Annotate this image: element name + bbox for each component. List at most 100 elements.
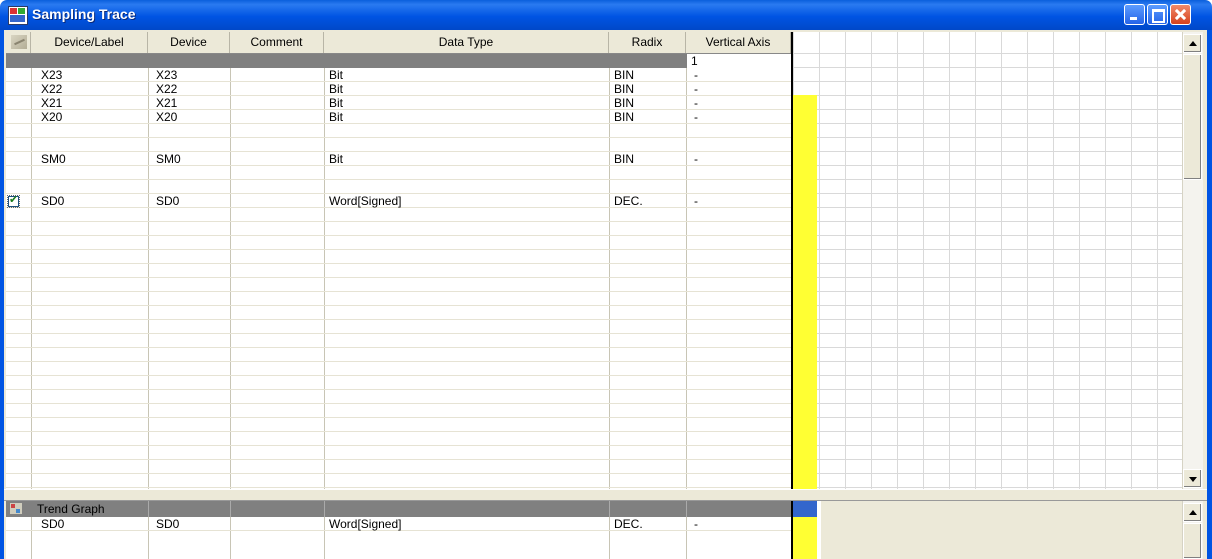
pane-splitter[interactable] <box>4 489 1207 501</box>
table-row[interactable]: SD0 SD0 Word[Signed] DEC. - <box>6 193 791 208</box>
col-device[interactable]: Device <box>148 32 230 53</box>
trend-scroll-thumb[interactable] <box>1183 523 1202 559</box>
grid-header: Device/Label Device Comment Data Type Ra… <box>6 32 791 53</box>
empty-row[interactable] <box>6 460 791 474</box>
empty-row[interactable] <box>6 124 791 138</box>
trend-marker <box>793 501 817 517</box>
cell-device: X20 <box>156 110 178 124</box>
minimize-icon <box>1130 17 1137 20</box>
col-comment[interactable]: Comment <box>230 32 324 53</box>
empty-row[interactable] <box>6 334 791 348</box>
table-row[interactable]: SM0 SM0 Bit BIN - <box>6 152 791 166</box>
empty-row[interactable] <box>6 348 791 362</box>
trend-signal-bar <box>793 517 817 559</box>
trend-scrollbar[interactable] <box>1182 501 1203 559</box>
maximize-button[interactable] <box>1147 4 1168 25</box>
selected-row[interactable]: 1 <box>6 54 791 68</box>
cell-device: SD0 <box>156 194 180 208</box>
title-bar: Sampling Trace <box>0 0 1212 30</box>
close-button[interactable] <box>1170 4 1191 25</box>
scroll-up-button[interactable] <box>1183 34 1202 53</box>
signal-bar <box>793 95 817 489</box>
col-radix[interactable]: Radix <box>609 32 686 53</box>
cell-data-type: Word[Signed] <box>329 194 402 208</box>
empty-row[interactable] <box>6 222 791 236</box>
trend-label: SD0 <box>41 517 65 531</box>
chart-header <box>791 32 1182 53</box>
cell-device-label: SD0 <box>41 194 65 208</box>
app-icon <box>8 6 28 25</box>
trend-graph-icon <box>10 503 22 514</box>
cell-radix: BIN <box>614 96 635 110</box>
empty-row[interactable] <box>6 418 791 432</box>
cell-radix: DEC. <box>614 194 643 208</box>
cell-device: X22 <box>156 82 178 96</box>
trend-vertical-axis: - <box>694 517 698 531</box>
cell-radix: BIN <box>614 68 635 82</box>
cell-device-label: X20 <box>41 110 63 124</box>
empty-row[interactable] <box>6 138 791 152</box>
empty-row[interactable] <box>6 236 791 250</box>
empty-row[interactable] <box>6 404 791 418</box>
minimize-button[interactable] <box>1124 4 1145 25</box>
col-device-label[interactable]: Device/Label <box>31 32 148 53</box>
cell-data-type: Bit <box>329 152 344 166</box>
trace-chart[interactable] <box>791 53 1182 489</box>
vertical-axis-input[interactable]: 1 <box>687 54 791 68</box>
empty-row[interactable] <box>6 166 791 180</box>
window-title: Sampling Trace <box>32 6 136 22</box>
cell-device-label: X22 <box>41 82 63 96</box>
trend-scroll-up-button[interactable] <box>1183 503 1202 522</box>
empty-row[interactable] <box>6 250 791 264</box>
cell-radix: BIN <box>614 152 635 166</box>
trend-radix: DEC. <box>614 517 643 531</box>
scroll-thumb[interactable] <box>1183 54 1202 180</box>
empty-row[interactable] <box>6 446 791 460</box>
empty-row[interactable] <box>6 292 791 306</box>
cell-data-type: Bit <box>329 96 344 110</box>
col-data-type[interactable]: Data Type <box>324 32 609 53</box>
trend-chart[interactable] <box>791 501 1182 559</box>
maximize-icon <box>1152 9 1165 23</box>
trend-data-type: Word[Signed] <box>329 517 402 531</box>
cell-vertical-axis: - <box>694 110 698 124</box>
graph-icon <box>11 35 27 49</box>
table-row[interactable]: X23 X23 Bit BIN - <box>6 68 791 82</box>
arrow-up-icon <box>1189 510 1197 515</box>
empty-row[interactable] <box>6 264 791 278</box>
trend-row[interactable]: SD0 SD0 Word[Signed] DEC. - <box>6 517 791 531</box>
arrow-down-icon <box>1189 477 1197 482</box>
empty-row[interactable] <box>6 432 791 446</box>
table-row[interactable]: X20 X20 Bit BIN - <box>6 110 791 124</box>
cell-radix: BIN <box>614 110 635 124</box>
cell-device: X21 <box>156 96 178 110</box>
empty-row[interactable] <box>6 278 791 292</box>
row-checkbox[interactable] <box>7 193 20 208</box>
cell-device-label: X23 <box>41 68 63 82</box>
cell-data-type: Bit <box>329 110 344 124</box>
table-row[interactable]: X22 X22 Bit BIN - <box>6 82 791 96</box>
empty-row[interactable] <box>6 390 791 404</box>
vertical-scrollbar[interactable] <box>1182 32 1203 489</box>
cell-data-type: Bit <box>329 82 344 96</box>
cell-device: X23 <box>156 68 178 82</box>
arrow-up-icon <box>1189 41 1197 46</box>
cell-radix: BIN <box>614 82 635 96</box>
empty-row[interactable] <box>6 306 791 320</box>
empty-row[interactable] <box>6 320 791 334</box>
empty-row[interactable] <box>6 208 791 222</box>
trend-graph-label: Trend Graph <box>37 502 105 516</box>
trend-header-row[interactable]: Trend Graph <box>6 501 791 517</box>
scroll-down-button[interactable] <box>1183 469 1202 488</box>
empty-row[interactable] <box>6 362 791 376</box>
cell-vertical-axis: - <box>694 82 698 96</box>
cell-device: SM0 <box>156 152 181 166</box>
select-all-header[interactable] <box>6 32 31 53</box>
cell-device-label: X21 <box>41 96 63 110</box>
empty-row[interactable] <box>6 180 791 194</box>
empty-row[interactable] <box>6 474 791 488</box>
trend-grid: SD0 SD0 Word[Signed] DEC. - <box>6 517 791 559</box>
empty-row[interactable] <box>6 376 791 390</box>
table-row[interactable]: X21 X21 Bit BIN - <box>6 96 791 110</box>
col-vertical-axis[interactable]: Vertical Axis <box>686 32 791 53</box>
